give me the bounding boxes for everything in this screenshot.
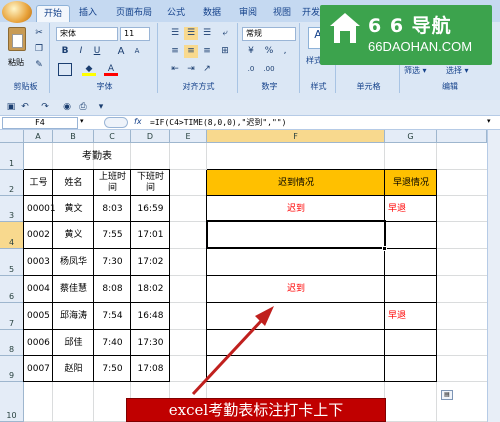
name-box-dropdown-icon[interactable]: ▾	[80, 117, 84, 125]
formula-bar: F4 ▾ fx =IF(C4>TIME(8,0,0),"迟到","") ▾	[0, 116, 500, 130]
underline-button[interactable]: U	[90, 45, 104, 58]
alignment-group-label: 对齐方式	[182, 82, 215, 91]
house-logo-icon	[330, 13, 360, 43]
paste-button-label[interactable]: 粘贴	[8, 57, 24, 68]
shrink-font-button[interactable]: A	[130, 45, 144, 58]
align-left-icon[interactable]: ≡	[168, 45, 182, 58]
percent-button[interactable]: %	[262, 45, 276, 58]
fill-color-icon[interactable]: ◆	[82, 63, 96, 76]
preview-icon[interactable]: ◉	[60, 101, 74, 114]
tab-insert[interactable]: 插入	[74, 5, 102, 22]
increase-indent-icon[interactable]: ⇥	[184, 63, 198, 76]
align-top-icon[interactable]: ☰	[168, 27, 182, 40]
select-label: 选择	[446, 66, 462, 75]
save-icon[interactable]: ▣	[4, 101, 18, 114]
watermark-brand: 6 6 导航	[368, 15, 452, 37]
align-middle-icon[interactable]: ☰	[184, 27, 198, 40]
tab-view[interactable]: 视图	[268, 5, 296, 22]
tab-page-layout[interactable]: 页面布局	[108, 5, 160, 22]
clipboard-group-label: 剪贴板	[13, 82, 38, 91]
formula-input[interactable]: =IF(C4>TIME(8,0,0),"迟到","")	[150, 117, 484, 129]
align-right-icon[interactable]: ≡	[200, 45, 214, 58]
tab-review[interactable]: 审阅	[234, 5, 262, 22]
name-box[interactable]: F4	[2, 117, 78, 129]
group-font: 宋体 11 B I U A A ◆ A 字体	[52, 23, 158, 93]
font-group-label: 字体	[96, 82, 113, 91]
print-icon[interactable]: ⎙	[76, 101, 90, 114]
align-center-icon[interactable]: ≡	[184, 45, 198, 58]
increase-decimal-icon[interactable]: .0	[244, 63, 258, 76]
styles-group-label: 样式	[310, 82, 327, 91]
sort-filter-button[interactable]: 筛选 ▾	[404, 65, 427, 76]
align-bottom-icon[interactable]: ☰	[200, 27, 214, 40]
orientation-icon[interactable]: ↗	[200, 63, 214, 76]
site-watermark: 6 6 导航 66DAOHAN.COM	[320, 5, 492, 65]
currency-icon[interactable]: ¥	[244, 45, 258, 58]
grow-font-button[interactable]: A	[114, 45, 128, 58]
redo-icon[interactable]: ↷	[38, 101, 52, 114]
font-size-select[interactable]: 11	[120, 27, 150, 41]
number-group-label: 数字	[261, 82, 278, 91]
bold-button[interactable]: B	[58, 45, 72, 58]
cells-group-label: 单元格	[356, 82, 381, 91]
number-format-select[interactable]: 常规	[242, 27, 296, 41]
decrease-decimal-icon[interactable]: .00	[262, 63, 276, 76]
tab-home[interactable]: 开始	[36, 5, 70, 22]
font-color-icon[interactable]: A	[104, 63, 118, 76]
undo-icon[interactable]: ↶	[18, 101, 32, 114]
tab-formulas[interactable]: 公式	[162, 5, 190, 22]
quick-access-toolbar: ▣ ↶ ↷ ◉ ⎙ ▾	[0, 100, 500, 116]
function-circle-icon[interactable]	[104, 117, 128, 128]
group-clipboard: 粘贴 ✂ ❐ ✎ 剪贴板	[2, 23, 50, 93]
insert-function-button[interactable]: fx	[134, 117, 142, 126]
format-painter-icon[interactable]: ✎	[32, 59, 46, 72]
paste-icon[interactable]	[8, 27, 26, 51]
watermark-url: 66DAOHAN.COM	[368, 39, 473, 54]
customize-toolbar-icon[interactable]: ▾	[94, 101, 108, 114]
merge-center-icon[interactable]: ⊞	[218, 45, 232, 58]
comma-button[interactable]: ,	[278, 45, 292, 58]
wrap-text-icon[interactable]: ⤶	[218, 27, 232, 40]
font-name-select[interactable]: 宋体	[56, 27, 118, 41]
sort-label: 筛选	[404, 66, 420, 75]
copy-icon[interactable]: ❐	[32, 43, 46, 56]
cut-icon[interactable]: ✂	[32, 27, 46, 40]
annotation-arrow	[191, 306, 274, 396]
caption-banner: excel考勤表标注打卡上下	[126, 398, 386, 422]
group-number: 常规 ¥ % , .0 .00 数字	[240, 23, 300, 93]
expand-formula-icon[interactable]: ▾	[487, 117, 491, 125]
borders-icon[interactable]	[58, 63, 72, 76]
group-alignment: ☰ ☰ ☰ ⤶ ≡ ≡ ≡ ⊞ ⇤ ⇥ ↗ 对齐方式	[160, 23, 238, 93]
find-select-button[interactable]: 选择 ▾	[446, 65, 469, 76]
arrow-shaft	[191, 318, 264, 396]
caption-text: excel考勤表标注打卡上下	[168, 401, 344, 419]
decrease-indent-icon[interactable]: ⇤	[168, 63, 182, 76]
italic-button[interactable]: I	[74, 45, 88, 58]
tab-data[interactable]: 数据	[198, 5, 226, 22]
editing-group-label: 编辑	[442, 82, 458, 91]
worksheet-grid[interactable]: ABCDEFG 1 2 3 4 5 6 7 8 9 10 考勤表 工号 姓名 上班时间 下班时间 迟到情况早…	[0, 130, 500, 422]
office-button[interactable]	[2, 1, 32, 23]
